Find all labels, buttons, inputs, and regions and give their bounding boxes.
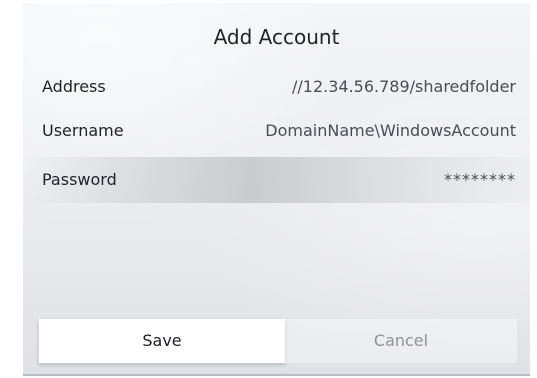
username-value[interactable]: DomainName\WindowsAccount (265, 109, 516, 153)
cancel-button[interactable]: Cancel (285, 319, 517, 363)
save-button[interactable]: Save (39, 319, 285, 363)
password-value[interactable]: ******** (444, 157, 516, 203)
address-field[interactable]: Address //12.34.56.789/sharedfolder (23, 65, 530, 109)
password-field[interactable]: Password ******** (23, 157, 530, 203)
address-label: Address (42, 77, 106, 96)
password-label: Password (42, 170, 117, 189)
dialog-title: Add Account (213, 25, 340, 49)
username-field[interactable]: Username DomainName\WindowsAccount (23, 109, 530, 153)
address-value[interactable]: //12.34.56.789/sharedfolder (292, 65, 516, 109)
username-label: Username (42, 121, 124, 140)
add-account-dialog: Add Account Address //12.34.56.789/share… (23, 3, 530, 376)
